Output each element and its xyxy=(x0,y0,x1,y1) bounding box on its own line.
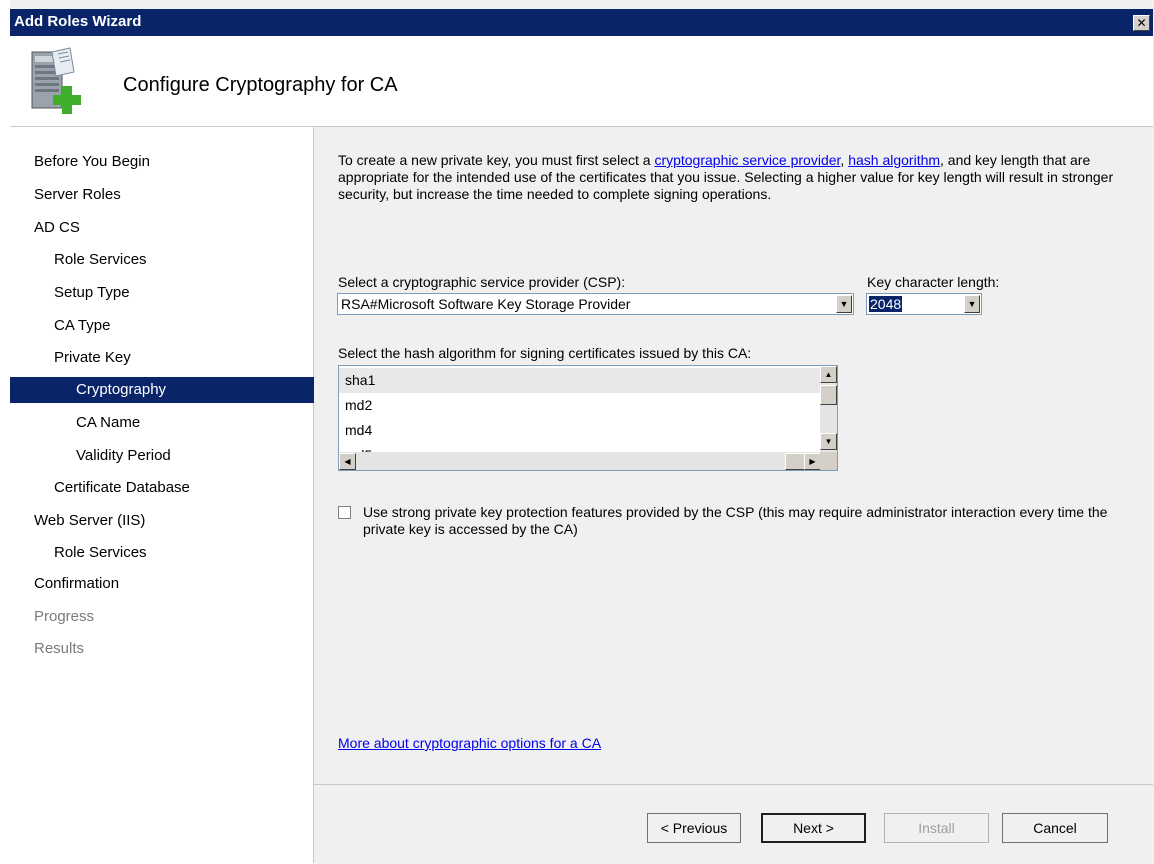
server-add-role-icon xyxy=(31,47,81,114)
nav-item-iis-role-services[interactable]: Role Services xyxy=(10,540,350,566)
window-title: Add Roles Wizard xyxy=(14,13,142,30)
nav-item-confirmation[interactable]: Confirmation xyxy=(10,571,330,597)
chevron-down-icon[interactable]: ▼ xyxy=(964,295,980,313)
strong-protection-label[interactable]: Use strong private key protection featur… xyxy=(363,504,1133,538)
scrollbar-corner xyxy=(820,452,837,470)
nav-item-private-key[interactable]: Private Key xyxy=(10,345,350,371)
vertical-scrollbar[interactable]: ▲ ▼ xyxy=(820,366,837,452)
strong-protection-checkbox[interactable] xyxy=(338,506,351,519)
csp-dropdown[interactable]: RSA#Microsoft Software Key Storage Provi… xyxy=(337,293,854,315)
next-button[interactable]: Next > xyxy=(761,813,866,843)
list-item[interactable]: md4 xyxy=(345,418,372,443)
key-length-value: 2048 xyxy=(869,296,903,312)
wizard-steps-nav: Before You Begin Server Roles AD CS Role… xyxy=(10,127,372,863)
csp-label: Select a cryptographic service provider … xyxy=(338,274,626,290)
hash-algorithm-list[interactable]: sha1 md2 md4 md5 ▲ ▼ ◀ ▶ xyxy=(338,365,838,471)
wizard-footer: < Previous Next > Install Cancel xyxy=(314,784,1153,864)
nav-item-progress: Progress xyxy=(34,608,95,625)
close-button[interactable]: ✕ xyxy=(1133,15,1150,31)
key-length-dropdown[interactable]: 2048 ▼ xyxy=(866,293,982,315)
key-length-label: Key character length: xyxy=(867,274,1000,290)
csp-help-link[interactable]: cryptographic service provider xyxy=(654,152,840,168)
nav-item-web-server-iis[interactable]: Web Server (IIS) xyxy=(10,508,330,534)
window-left-edge xyxy=(0,0,10,863)
more-about-cryptography-link[interactable]: More about cryptographic options for a C… xyxy=(338,735,601,751)
nav-item-role-services[interactable]: Role Services xyxy=(10,247,350,273)
scroll-down-icon[interactable]: ▼ xyxy=(820,433,837,450)
horizontal-scrollbar[interactable]: ◀ ▶ xyxy=(339,452,821,470)
scroll-thumb[interactable] xyxy=(820,385,837,405)
previous-button[interactable]: < Previous xyxy=(647,813,741,843)
nav-item-certificate-database[interactable]: Certificate Database xyxy=(10,475,350,501)
list-item[interactable]: sha1 xyxy=(339,368,823,393)
nav-item-ad-cs[interactable]: AD CS xyxy=(10,215,330,241)
add-roles-wizard-window: Add Roles Wizard ✕ Configure Cryptograph… xyxy=(0,0,1154,864)
wizard-header: Configure Cryptography for CA xyxy=(10,36,1153,127)
hash-algorithm-label: Select the hash algorithm for signing ce… xyxy=(338,345,752,361)
title-bar[interactable]: Add Roles Wizard ✕ xyxy=(10,9,1153,36)
scroll-right-icon[interactable]: ▶ xyxy=(804,453,821,470)
install-button: Install xyxy=(884,813,989,843)
nav-item-before-you-begin[interactable]: Before You Begin xyxy=(10,149,330,175)
chevron-down-icon[interactable]: ▼ xyxy=(836,295,852,313)
nav-item-server-roles[interactable]: Server Roles xyxy=(10,182,330,208)
scroll-up-icon[interactable]: ▲ xyxy=(820,366,837,383)
cancel-button[interactable]: Cancel xyxy=(1002,813,1108,843)
csp-dropdown-value: RSA#Microsoft Software Key Storage Provi… xyxy=(341,296,631,312)
list-item[interactable]: md2 xyxy=(345,393,372,418)
nav-item-setup-type[interactable]: Setup Type xyxy=(10,280,350,306)
page-title: Configure Cryptography for CA xyxy=(123,74,398,96)
scroll-left-icon[interactable]: ◀ xyxy=(339,453,356,470)
wizard-content: To create a new private key, you must fi… xyxy=(314,127,1153,783)
close-icon: ✕ xyxy=(1136,16,1147,30)
intro-text-part: To create a new private key, you must fi… xyxy=(338,152,655,168)
hash-algorithm-help-link[interactable]: hash algorithm xyxy=(848,152,940,168)
intro-text: To create a new private key, you must fi… xyxy=(338,152,1128,203)
nav-item-results: Results xyxy=(34,640,85,657)
nav-item-ca-type[interactable]: CA Type xyxy=(10,313,350,339)
